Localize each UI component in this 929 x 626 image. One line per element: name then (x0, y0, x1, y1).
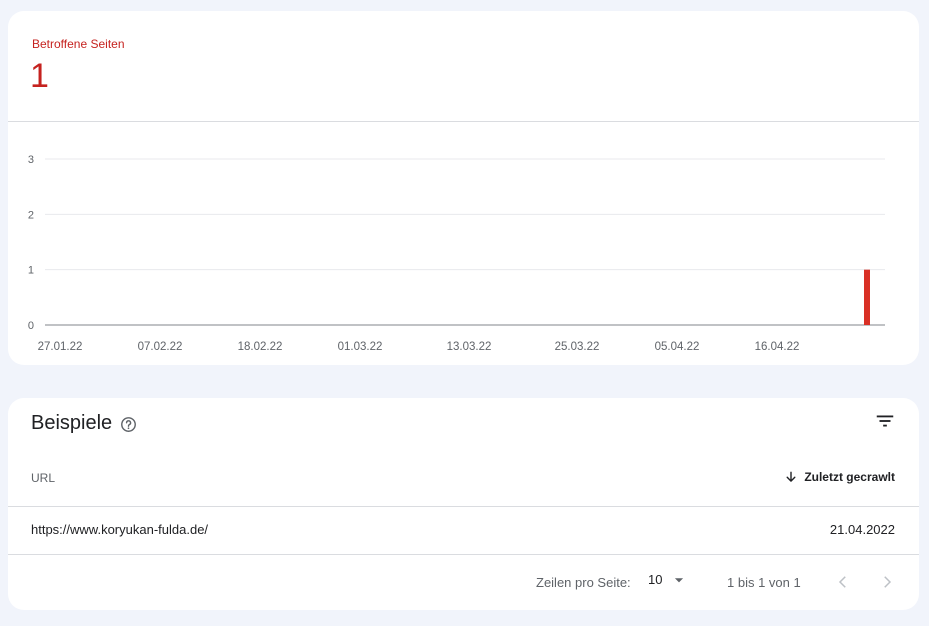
filter-list-icon[interactable] (874, 410, 896, 432)
row-divider (8, 554, 919, 555)
x-tick-label: 18.02.22 (238, 341, 283, 353)
x-tick-label: 05.04.22 (655, 341, 700, 353)
dropdown-arrow-icon (675, 577, 684, 582)
x-tick-label: 07.02.22 (138, 341, 183, 353)
table-row-url[interactable]: https://www.koryukan-fulda.de/ (31, 522, 208, 537)
y-tick-label: 1 (28, 265, 34, 277)
rows-per-page-value: 10 (648, 572, 663, 587)
column-header-url[interactable]: URL (31, 471, 55, 485)
arrow-down-icon (786, 471, 796, 482)
header-divider (8, 506, 919, 507)
x-tick-label: 25.03.22 (555, 341, 600, 353)
x-tick-label: 16.04.22 (755, 341, 800, 353)
rows-per-page-label: Zeilen pro Seite: (536, 575, 631, 590)
affected-pages-card: Betroffene Seiten 1 0 1 2 3 27.01.22 07.02.22… (8, 11, 919, 365)
table-row-date: 21.04.2022 (829, 522, 895, 537)
affected-pages-label: Betroffene Seiten (32, 37, 125, 51)
rows-per-page-select[interactable]: 10 (648, 572, 686, 587)
help-circle-icon[interactable] (120, 416, 137, 433)
y-tick-label: 0 (28, 320, 34, 332)
x-tick-label: 13.03.22 (447, 341, 492, 353)
previous-page-button[interactable] (831, 570, 855, 594)
x-tick-label: 27.01.22 (38, 341, 83, 353)
column-header-last-crawled-label: Zuletzt gecrawlt (804, 470, 895, 484)
chevron-right-icon (884, 576, 892, 588)
next-page-button[interactable] (875, 570, 899, 594)
examples-title: Beispiele (31, 412, 113, 434)
affected-pages-count: 1 (30, 57, 49, 95)
y-tick-label: 2 (28, 209, 34, 221)
column-header-last-crawled[interactable]: Zuletzt gecrawlt (784, 470, 895, 484)
chevron-left-icon (838, 576, 846, 588)
y-tick-label: 3 (28, 154, 34, 166)
pagination-range: 1 bis 1 von 1 (727, 575, 801, 590)
chart-bar (864, 269, 870, 325)
examples-card: Beispiele URL Zuletzt gecrawlt https://w… (8, 398, 919, 610)
affected-pages-chart: 0 1 2 3 27.01.22 07.02.22 18.02.22 01.03.22 13.0… (28, 154, 885, 353)
x-tick-label: 01.03.22 (338, 341, 383, 353)
